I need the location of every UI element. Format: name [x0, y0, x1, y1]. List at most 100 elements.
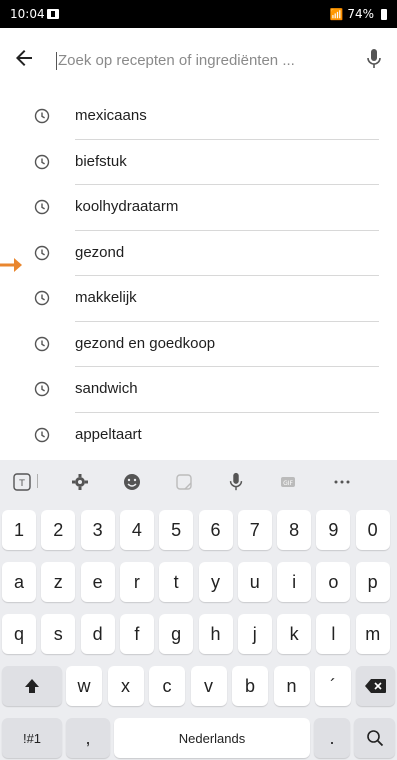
- key-h[interactable]: h: [198, 614, 233, 654]
- key-3[interactable]: 3: [80, 510, 115, 550]
- comma-key[interactable]: ,: [66, 718, 110, 758]
- key-label: !#1: [22, 730, 42, 746]
- recent-search-item[interactable]: sandwich: [0, 367, 397, 413]
- search-bar: [0, 28, 397, 90]
- key-k[interactable]: k: [277, 614, 312, 654]
- space-key[interactable]: Nederlands: [114, 718, 310, 758]
- translate-icon[interactable]: T: [10, 470, 34, 494]
- history-clock-icon: [34, 245, 50, 260]
- recent-search-item[interactable]: mexicaans: [0, 94, 397, 140]
- key-label: 4: [131, 519, 142, 540]
- key-p[interactable]: p: [355, 562, 390, 602]
- key-i[interactable]: i: [277, 562, 312, 602]
- key-label: ´: [330, 675, 336, 696]
- key-label: u: [249, 571, 260, 592]
- key-label: .: [329, 727, 335, 748]
- key-x[interactable]: x: [107, 666, 144, 706]
- key-t[interactable]: t: [159, 562, 194, 602]
- key-label: f: [134, 623, 140, 644]
- key-0[interactable]: 0: [355, 510, 390, 550]
- search-key[interactable]: [354, 718, 395, 758]
- key-label: 3: [92, 519, 103, 540]
- recent-search-list: mexicaans biefstuk koolhydraatarm gezond mak…: [0, 94, 397, 458]
- mic-icon[interactable]: [224, 470, 248, 494]
- text-cursor: [56, 52, 57, 70]
- signal-icon: 📶: [329, 7, 344, 21]
- more-icon[interactable]: [330, 470, 354, 494]
- recent-search-item[interactable]: gezond: [0, 231, 397, 276]
- key-label: 2: [53, 519, 64, 540]
- key-label: w: [77, 675, 91, 696]
- key-s[interactable]: s: [41, 614, 76, 654]
- key-r[interactable]: r: [119, 562, 154, 602]
- key-c[interactable]: c: [149, 666, 185, 706]
- key-f[interactable]: f: [119, 614, 154, 654]
- period-key[interactable]: .: [314, 718, 350, 758]
- key-label: x: [121, 675, 130, 696]
- key-label: b: [244, 675, 255, 696]
- key-a[interactable]: a: [2, 562, 36, 602]
- key-label: o: [328, 571, 339, 592]
- key-label: t: [173, 571, 179, 592]
- key-label: v: [204, 675, 213, 696]
- toolbar-divider: [37, 474, 38, 488]
- key-label: p: [367, 571, 378, 592]
- key-o[interactable]: o: [316, 562, 351, 602]
- recent-search-item[interactable]: makkelijk: [0, 276, 397, 322]
- key-l[interactable]: l: [316, 614, 351, 654]
- key-g[interactable]: g: [159, 614, 194, 654]
- key-z[interactable]: z: [41, 562, 76, 602]
- emoji-icon[interactable]: [120, 470, 144, 494]
- key-v[interactable]: v: [190, 666, 227, 706]
- search-input[interactable]: [58, 46, 348, 74]
- key-label: 0: [367, 519, 378, 540]
- key-7[interactable]: 7: [237, 510, 272, 550]
- key-label: s: [53, 623, 63, 644]
- key-e[interactable]: e: [80, 562, 115, 602]
- key-j[interactable]: j: [237, 614, 272, 654]
- gear-icon[interactable]: [68, 470, 92, 494]
- key-6[interactable]: 6: [198, 510, 233, 550]
- key-m[interactable]: m: [355, 614, 390, 654]
- key-label: 6: [210, 519, 221, 540]
- key-q[interactable]: q: [2, 614, 36, 654]
- key-8[interactable]: 8: [277, 510, 312, 550]
- notification-icon: [47, 9, 59, 19]
- key-4[interactable]: 4: [119, 510, 154, 550]
- svg-text:T: T: [18, 479, 25, 489]
- recent-search-label: gezond: [75, 243, 125, 261]
- key-w[interactable]: w: [66, 666, 102, 706]
- sticker-icon[interactable]: [172, 470, 196, 494]
- accent-key[interactable]: ´: [315, 666, 351, 706]
- symbols-key[interactable]: !#1: [2, 718, 62, 758]
- key-n[interactable]: n: [273, 666, 310, 706]
- key-u[interactable]: u: [237, 562, 272, 602]
- key-1[interactable]: 1: [2, 510, 36, 550]
- history-clock-icon: [34, 290, 50, 306]
- key-9[interactable]: 9: [316, 510, 351, 550]
- mic-icon[interactable]: [365, 48, 383, 70]
- recent-search-item[interactable]: appeltaart: [0, 413, 397, 459]
- key-d[interactable]: d: [80, 614, 115, 654]
- back-arrow-icon[interactable]: [12, 46, 36, 70]
- battery-icon: [381, 8, 387, 20]
- recent-search-item[interactable]: biefstuk: [0, 140, 397, 185]
- key-b[interactable]: b: [232, 666, 268, 706]
- key-label: z: [53, 571, 63, 592]
- recent-search-item[interactable]: gezond en goedkoop: [0, 322, 397, 367]
- shift-key[interactable]: [2, 666, 62, 706]
- key-2[interactable]: 2: [41, 510, 76, 550]
- history-clock-icon: [34, 199, 50, 215]
- key-5[interactable]: 5: [159, 510, 194, 550]
- recent-search-item[interactable]: koolhydraatarm: [0, 185, 397, 231]
- backspace-key[interactable]: [356, 666, 395, 706]
- key-y[interactable]: y: [198, 562, 233, 602]
- arrow-marker-icon: [0, 258, 22, 272]
- gif-icon[interactable]: GIF: [276, 470, 300, 494]
- key-label: e: [92, 571, 103, 592]
- key-label: 5: [171, 519, 182, 540]
- recent-search-label: mexicaans: [75, 107, 147, 124]
- key-label: k: [289, 623, 299, 644]
- history-clock-icon: [34, 108, 50, 124]
- key-label: g: [171, 623, 182, 644]
